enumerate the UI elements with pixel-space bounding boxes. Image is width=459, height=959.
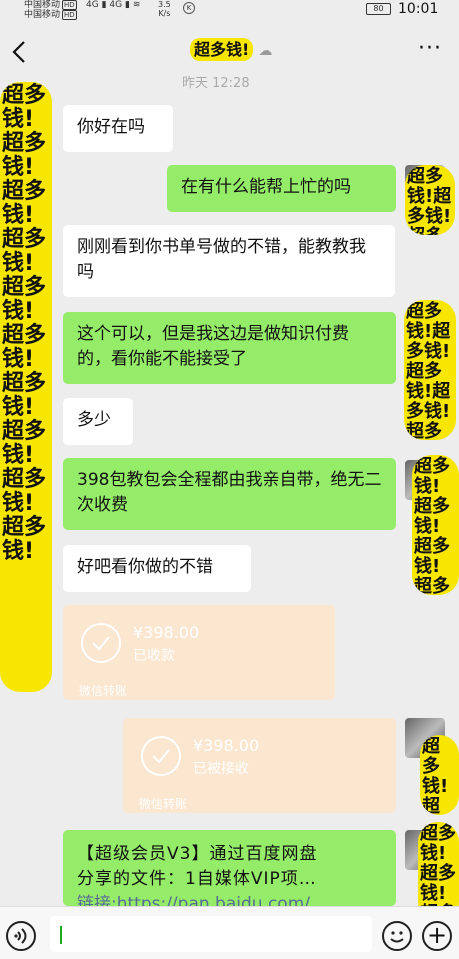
scribble-right-2: 超多钱!超多钱!超多钱!超多钱!超多钱!超多钱!超多钱!超多钱!超多钱!超多钱!: [404, 300, 456, 440]
transfer-amount: ¥398.00: [193, 736, 260, 755]
chat-title: 超多钱! ☁: [190, 36, 273, 61]
transfer-status: 已被接收: [193, 761, 249, 777]
signal-icon: ▮: [101, 0, 107, 10]
net-type-1: 4G: [86, 0, 99, 10]
signal-icon-2: ▮: [124, 0, 130, 10]
message-bubble-1[interactable]: 你好在吗: [63, 105, 173, 152]
scribble-right-3: 超多钱!超多钱!超多钱!超多钱!超多钱!超多钱!超多钱!超多钱!超多钱!超多钱!: [412, 455, 459, 595]
transfer-status: 已收款: [133, 648, 175, 664]
check-circle-icon: [81, 623, 121, 663]
transfer-card-1[interactable]: ¥398.00 已收款 微信转账: [63, 605, 335, 700]
check-circle-icon: [141, 736, 181, 776]
input-bar: +: [0, 906, 459, 959]
message-bubble-6[interactable]: 398包教包会全程都由我亲自带，绝无二次收费: [63, 458, 396, 530]
text-cursor: [60, 926, 62, 944]
speed-value: 3.5: [158, 0, 171, 9]
scribble-left-1: 超多钱!超多钱!超多钱!超多钱!超多钱!超多钱!超多钱!超多钱!超多钱!超多钱!: [0, 82, 52, 692]
network-indicators: 4G ▮ 4G ▮ ≋: [86, 0, 140, 10]
transfer-card-2[interactable]: ¥398.00 已被接收 微信转账: [123, 718, 396, 813]
carrier-1: 中国移动: [24, 0, 61, 10]
cloud-icon: ☁: [258, 43, 273, 59]
message-input[interactable]: [50, 916, 372, 952]
link-line-2: 分享的文件：1自媒体VIP项…: [77, 869, 317, 889]
transfer-amount: ¥398.00: [133, 623, 200, 642]
message-bubble-5[interactable]: 多少: [63, 398, 133, 445]
scribble-right-1: 超多钱!超多钱!超多钱!超多钱!超多钱!超多钱!超多钱!超多钱!超多钱!超多钱!: [405, 165, 455, 235]
carrier-2: 中国移动: [24, 10, 61, 20]
status-bar: 中国移动 HD 中国移动 HD 4G ▮ 4G ▮ ≋ 3.5 K/s K 80 1…: [0, 0, 459, 22]
link-line-1: 【超级会员V3】通过百度网盘: [77, 844, 318, 864]
message-bubble-2[interactable]: 在有什么能帮上忙的吗: [167, 165, 396, 212]
net-type-2: 4G: [109, 0, 123, 10]
hd-badge: HD: [62, 0, 77, 10]
transfer-footer: 微信转账: [79, 684, 128, 698]
k-badge: K: [183, 2, 195, 14]
message-bubble-3[interactable]: 刚刚看到你书单号做的不错，能教教我吗: [63, 225, 395, 297]
more-icon[interactable]: ···: [418, 38, 444, 62]
message-timestamp: 昨天 12:28: [182, 76, 250, 91]
hd-badge-2: HD: [62, 10, 77, 20]
wifi-icon: ≋: [132, 0, 141, 10]
clock: 10:01: [398, 1, 439, 17]
chat-title-text: 超多钱!: [190, 38, 254, 61]
message-bubble-7[interactable]: 好吧看你做的不错: [63, 545, 251, 592]
battery-indicator: 80: [366, 3, 391, 15]
transfer-footer: 微信转账: [139, 797, 188, 811]
scribble-right-4: 超多钱!超多钱!超多钱!超多钱!超多钱!超多钱!超多钱!超多钱!超多钱!超多钱!: [420, 735, 459, 815]
network-speed: 3.5 K/s: [158, 0, 171, 18]
back-arrow-icon[interactable]: [8, 38, 32, 66]
voice-icon[interactable]: [6, 921, 36, 951]
message-bubble-4[interactable]: 这个可以，但是我这边是做知识付费的，看你能不能接受了: [63, 312, 396, 384]
emoji-icon[interactable]: [382, 921, 412, 951]
link-line-3[interactable]: 链接:https://pan.baidu.com/: [77, 892, 382, 906]
carrier-info: 中国移动 HD 中国移动 HD: [24, 0, 77, 20]
message-bubble-link[interactable]: 【超级会员V3】通过百度网盘 分享的文件：1自媒体VIP项… 链接:https:…: [63, 830, 396, 906]
plus-icon[interactable]: +: [422, 921, 452, 951]
speed-unit: K/s: [158, 9, 171, 18]
